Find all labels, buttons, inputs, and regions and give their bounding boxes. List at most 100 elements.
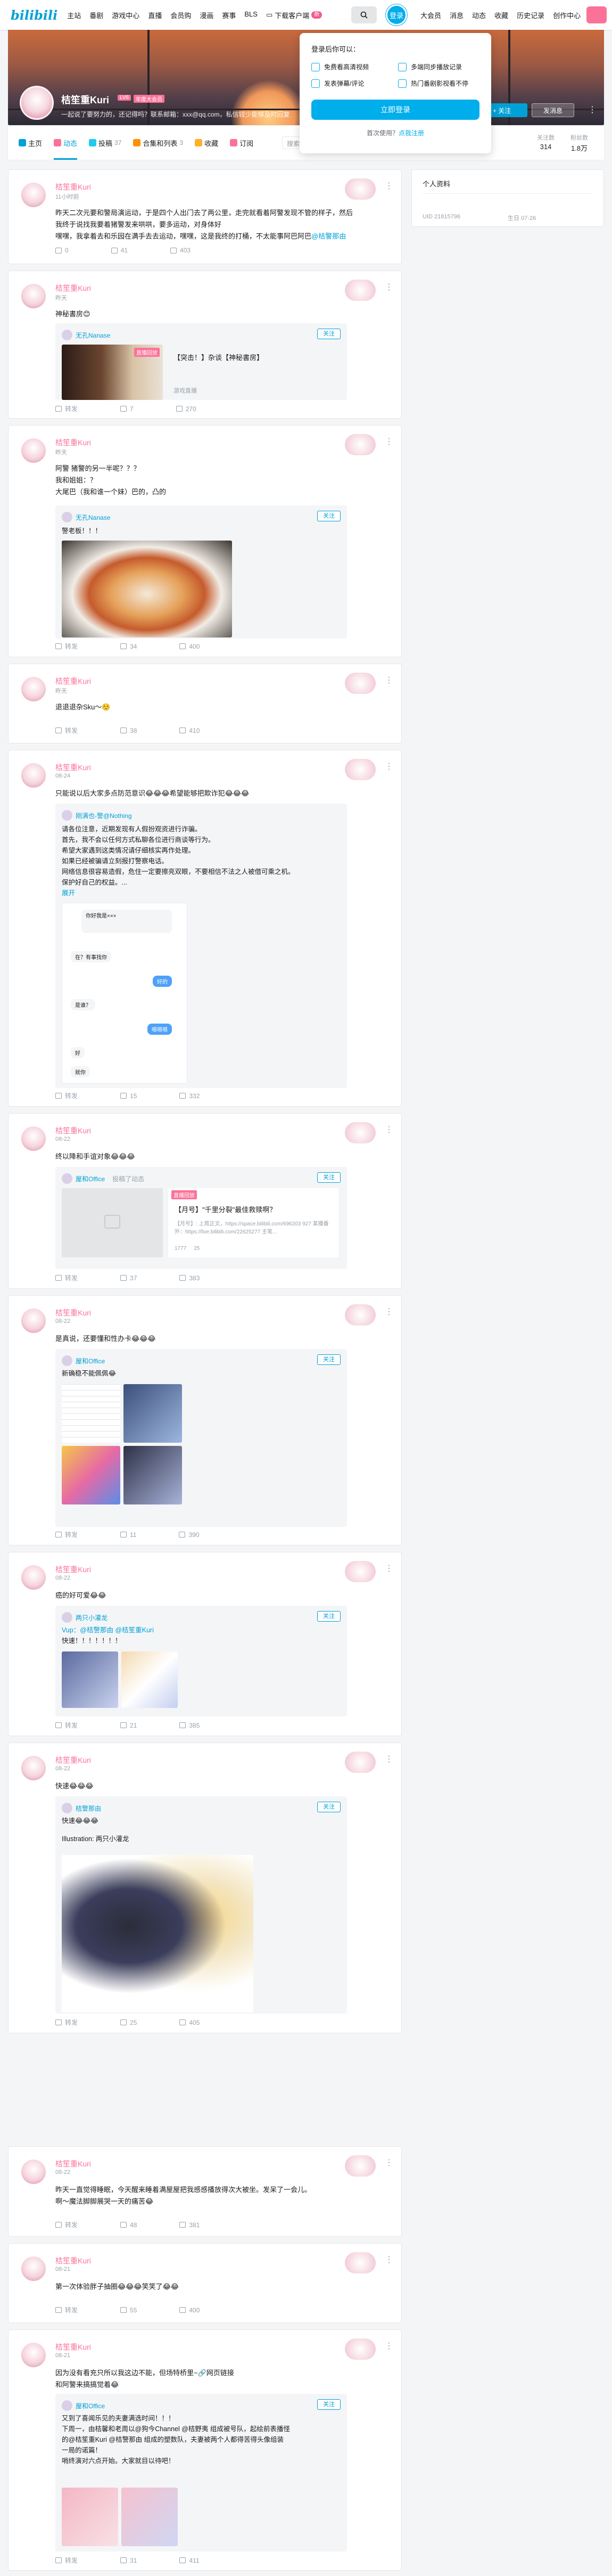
comment-button[interactable]: 48 bbox=[120, 2220, 137, 2229]
popover-login-button[interactable]: 立即登录 bbox=[311, 100, 479, 120]
more-icon[interactable]: ⋮ bbox=[385, 1754, 393, 1764]
repost-author[interactable]: 两只小灌龙 bbox=[62, 1612, 107, 1623]
repost-author[interactable]: 屋和Office bbox=[62, 2400, 105, 2411]
repost-box[interactable]: 屋和Office 投稿了动态 关注 直播回放 【月号】"千里分裂"最佳救赎啊？ 【… bbox=[55, 1167, 347, 1269]
more-icon[interactable]: ⋮ bbox=[385, 2157, 393, 2168]
register-link[interactable]: 点我注册 bbox=[399, 129, 424, 137]
avatar[interactable] bbox=[21, 183, 46, 207]
avatar[interactable] bbox=[21, 438, 46, 463]
like-button[interactable]: 332 bbox=[179, 1091, 200, 1100]
forward-button[interactable]: 转发 bbox=[55, 2305, 78, 2315]
like-button[interactable]: 270 bbox=[176, 404, 196, 413]
comment-button[interactable]: 55 bbox=[120, 2305, 137, 2315]
comment-button[interactable]: 11 bbox=[120, 1530, 136, 1539]
like-button[interactable]: 400 bbox=[179, 642, 200, 651]
like-button[interactable]: 400 bbox=[179, 2305, 200, 2315]
image-thumb[interactable] bbox=[62, 1446, 120, 1504]
repost-author[interactable]: 屋和Office 投稿了动态 bbox=[62, 1173, 144, 1184]
like-button[interactable]: 381 bbox=[179, 2220, 200, 2229]
follow-button[interactable]: 关注 bbox=[317, 1802, 341, 1812]
nav-match[interactable]: 赛事 bbox=[222, 10, 236, 20]
author-name[interactable]: 桔笙重Kuri bbox=[55, 437, 91, 448]
like-button[interactable]: 390 bbox=[179, 1530, 200, 1539]
author-name[interactable]: 桔笙重Kuri bbox=[55, 1125, 91, 1136]
author-name[interactable]: 桔笙重Kuri bbox=[55, 676, 91, 686]
comment-button[interactable]: 7 bbox=[120, 404, 134, 413]
nav-live[interactable]: 直播 bbox=[148, 10, 162, 20]
repost-author[interactable]: 屋和Office bbox=[62, 1355, 105, 1366]
comment-button[interactable]: 38 bbox=[120, 726, 137, 735]
like-button[interactable]: 411 bbox=[179, 2556, 200, 2565]
more-icon[interactable]: ⋮ bbox=[385, 2254, 393, 2265]
nav-anime[interactable]: 番剧 bbox=[89, 10, 103, 20]
repost-box[interactable]: 屋和Office 关注 又到了喜闻乐见的夫妻满选时间！！！ 下周一，由桔馨和老周… bbox=[55, 2394, 347, 2552]
more-icon[interactable]: ⋮ bbox=[385, 2341, 393, 2351]
image-thumb[interactable] bbox=[121, 2488, 178, 2546]
upload-button[interactable] bbox=[586, 6, 607, 23]
follow-button[interactable]: 关注 bbox=[317, 329, 341, 339]
comment-button[interactable]: 21 bbox=[120, 1721, 137, 1730]
tab-favorite[interactable]: 收藏 bbox=[195, 126, 218, 160]
comment-button[interactable]: 25 bbox=[120, 2018, 137, 2027]
author-name[interactable]: 桔笙重Kuri bbox=[55, 283, 91, 293]
follow-button[interactable]: 关注 bbox=[317, 1172, 341, 1183]
avatar[interactable] bbox=[21, 284, 46, 308]
video-cover[interactable]: 直播回放 bbox=[62, 345, 163, 400]
follow-button[interactable]: 关注 bbox=[317, 1354, 341, 1365]
avatar[interactable] bbox=[21, 1309, 46, 1333]
follow-button[interactable]: 关注 bbox=[317, 1611, 341, 1622]
follow-button[interactable]: 关注 bbox=[317, 511, 341, 521]
article-card[interactable]: 直播回放 【月号】"千里分裂"最佳救赎啊？ 【月号】: 上周正文，https:/… bbox=[168, 1188, 338, 1257]
nav-message[interactable]: 消息 bbox=[450, 10, 464, 20]
comment-button[interactable]: 31 bbox=[120, 2556, 137, 2565]
author-name[interactable]: 桔笙重Kuri bbox=[55, 182, 91, 192]
comment-button[interactable]: 15 bbox=[120, 1091, 137, 1100]
tab-collection[interactable]: 合集和列表 3 bbox=[133, 126, 183, 160]
following-stat[interactable]: 关注数 314 bbox=[537, 133, 555, 153]
like-button[interactable]: 385 bbox=[179, 1721, 200, 1730]
mention-link[interactable]: @桔警那由 bbox=[311, 232, 346, 240]
illustration-image[interactable] bbox=[62, 1855, 253, 2013]
more-icon[interactable]: ⋮ bbox=[385, 761, 393, 772]
image-thumb[interactable] bbox=[62, 1651, 118, 1708]
author-name[interactable]: 桔笙重Kuri bbox=[55, 1307, 91, 1318]
bilibili-logo[interactable]: bilibili bbox=[11, 7, 57, 23]
chat-screenshot[interactable]: 你好我是××× 在？有事找你 好的 是谁？ 嗯嗯嗯 好 就你 bbox=[62, 903, 187, 1084]
like-button[interactable]: 405 bbox=[179, 2018, 200, 2027]
author-name[interactable]: 桔笙重Kuri bbox=[55, 2158, 91, 2169]
forward-button[interactable]: 转发 bbox=[55, 1091, 78, 1100]
image-thumb[interactable] bbox=[62, 1384, 120, 1443]
avatar[interactable] bbox=[21, 677, 46, 701]
tab-subscribe[interactable]: 订阅 bbox=[230, 126, 253, 160]
repost-box[interactable]: 刚满也-警@Nothing 请各位注意，近期发现有人假扮观资进行诈骗。 首先，我… bbox=[55, 804, 347, 1088]
nav-game[interactable]: 游戏中心 bbox=[112, 10, 139, 20]
forward-button[interactable]: 0 bbox=[55, 247, 69, 254]
image-thumb[interactable] bbox=[121, 1651, 178, 1708]
forward-button[interactable]: 转发 bbox=[55, 726, 78, 735]
more-icon[interactable]: ⋮ bbox=[385, 282, 393, 292]
search-button[interactable] bbox=[351, 6, 377, 23]
nav-mall[interactable]: 会员购 bbox=[170, 10, 191, 20]
more-icon[interactable]: ⋮ bbox=[588, 104, 597, 115]
like-button[interactable]: 410 bbox=[179, 726, 200, 735]
message-button[interactable]: 发消息 bbox=[532, 103, 574, 117]
image-thumb[interactable] bbox=[123, 1446, 182, 1504]
nav-favorite[interactable]: 收藏 bbox=[494, 10, 508, 20]
nav-vip[interactable]: 大会员 bbox=[420, 10, 441, 20]
nav-bls[interactable]: BLS bbox=[244, 10, 258, 20]
more-icon[interactable]: ⋮ bbox=[385, 1306, 393, 1317]
repost-author[interactable]: 刚满也-警@Nothing bbox=[62, 810, 132, 821]
follow-button[interactable]: 关注 bbox=[317, 2399, 341, 2410]
image-thumb[interactable] bbox=[62, 2488, 118, 2546]
avatar[interactable] bbox=[21, 1756, 46, 1780]
avatar[interactable] bbox=[21, 2256, 46, 2281]
avatar[interactable] bbox=[21, 1565, 46, 1590]
avatar[interactable] bbox=[21, 2160, 46, 2184]
nav-manga[interactable]: 漫画 bbox=[200, 10, 213, 20]
profile-avatar[interactable] bbox=[20, 86, 54, 120]
repost-author[interactable]: 无孔Nanase bbox=[62, 330, 110, 340]
avatar[interactable] bbox=[21, 1126, 46, 1151]
nav-dynamic[interactable]: 动态 bbox=[472, 10, 486, 20]
like-button[interactable]: 403 bbox=[170, 247, 191, 254]
article-cover[interactable] bbox=[62, 1188, 163, 1257]
